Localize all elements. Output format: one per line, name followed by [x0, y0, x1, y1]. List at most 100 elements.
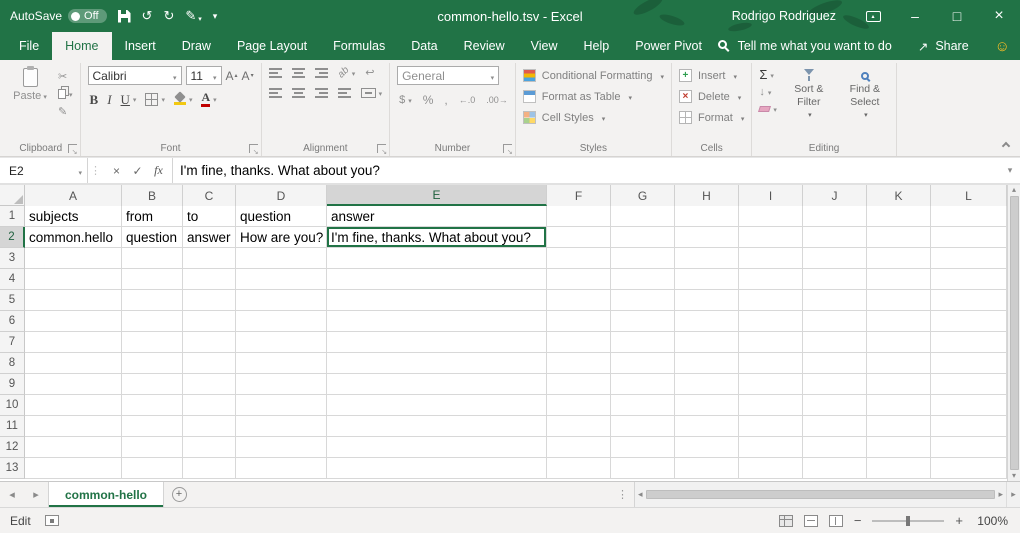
cell-K9[interactable] — [867, 374, 931, 395]
cell-B13[interactable] — [122, 458, 183, 479]
fill-color-button[interactable] — [174, 93, 193, 105]
cell-F11[interactable] — [547, 416, 611, 437]
cell-C1[interactable]: to — [183, 206, 236, 227]
cell-D4[interactable] — [236, 269, 327, 290]
name-box[interactable]: E2 — [0, 158, 88, 183]
new-sheet-button[interactable]: + — [164, 482, 194, 507]
cell-H9[interactable] — [675, 374, 739, 395]
cell-K8[interactable] — [867, 353, 931, 374]
cell-J7[interactable] — [803, 332, 867, 353]
autosum-button[interactable]: Σ — [759, 68, 777, 81]
cell-I6[interactable] — [739, 311, 803, 332]
underline-button[interactable]: U — [121, 93, 137, 106]
ribbon-tab-draw[interactable]: Draw — [169, 32, 224, 60]
undo-button[interactable]: ↺ — [142, 8, 153, 24]
column-header-C[interactable]: C — [183, 185, 236, 206]
autosave-toggle[interactable]: AutoSave Off — [10, 9, 107, 23]
column-header-J[interactable]: J — [803, 185, 867, 206]
cell-J13[interactable] — [803, 458, 867, 479]
zoom-slider-handle[interactable] — [906, 516, 910, 526]
cell-L1[interactable] — [931, 206, 1007, 227]
cell-G7[interactable] — [611, 332, 675, 353]
cell-E3[interactable] — [327, 248, 547, 269]
cell-J12[interactable] — [803, 437, 867, 458]
formula-input[interactable]: I'm fine, thanks. What about you? — [173, 158, 1000, 183]
cell-A3[interactable] — [25, 248, 122, 269]
cell-F9[interactable] — [547, 374, 611, 395]
cell-H10[interactable] — [675, 395, 739, 416]
cell-E11[interactable] — [327, 416, 547, 437]
enter-button[interactable]: ✓ — [127, 164, 148, 178]
cell-J5[interactable] — [803, 290, 867, 311]
cell-E12[interactable] — [327, 437, 547, 458]
save-button[interactable] — [118, 10, 131, 23]
insert-cells-button[interactable]: +Insert — [679, 66, 744, 85]
column-header-B[interactable]: B — [122, 185, 183, 206]
cell-G1[interactable] — [611, 206, 675, 227]
cell-C13[interactable] — [183, 458, 236, 479]
scroll-left-icon[interactable]: ◂ — [638, 489, 643, 500]
clipboard-dialog-launcher-icon[interactable] — [68, 144, 77, 153]
cell-L5[interactable] — [931, 290, 1007, 311]
wrap-text-button[interactable]: ↩ — [365, 66, 374, 79]
scroll-up-icon[interactable]: ▴ — [1012, 186, 1016, 194]
merge-center-button[interactable] — [361, 87, 383, 99]
cancel-button[interactable]: × — [106, 164, 127, 178]
font-color-button[interactable]: A — [201, 91, 216, 107]
number-dialog-launcher-icon[interactable] — [503, 144, 512, 153]
cell-K11[interactable] — [867, 416, 931, 437]
horizontal-scrollbar[interactable]: ◂ ▸ — [634, 482, 1006, 507]
font-size-select[interactable]: 11 — [186, 66, 222, 85]
cell-I3[interactable] — [739, 248, 803, 269]
cell-E9[interactable] — [327, 374, 547, 395]
cell-J10[interactable] — [803, 395, 867, 416]
cell-C8[interactable] — [183, 353, 236, 374]
ribbon-tab-data[interactable]: Data — [398, 32, 450, 60]
macro-record-icon[interactable] — [45, 515, 59, 526]
zoom-slider[interactable] — [872, 520, 944, 522]
scroll-right-icon[interactable]: ▸ — [998, 489, 1003, 500]
cell-E13[interactable] — [327, 458, 547, 479]
cell-J4[interactable] — [803, 269, 867, 290]
format-painter-button[interactable]: ✎ — [58, 105, 73, 118]
grow-font-button[interactable]: A — [226, 69, 238, 83]
cell-D13[interactable] — [236, 458, 327, 479]
shrink-font-button[interactable]: A — [242, 69, 254, 83]
row-header-6[interactable]: 6 — [0, 311, 25, 332]
row-header-3[interactable]: 3 — [0, 248, 25, 269]
cell-I5[interactable] — [739, 290, 803, 311]
clear-button[interactable] — [759, 103, 777, 115]
cell-G13[interactable] — [611, 458, 675, 479]
accounting-format-button[interactable]: $ — [399, 94, 412, 106]
column-header-G[interactable]: G — [611, 185, 675, 206]
row-header-13[interactable]: 13 — [0, 458, 25, 479]
format-cells-button[interactable]: Format — [679, 108, 744, 127]
maximize-button[interactable]: □ — [936, 0, 978, 32]
delete-cells-button[interactable]: ×Delete — [679, 87, 744, 106]
cell-A1[interactable]: subjects — [25, 206, 122, 227]
cell-D6[interactable] — [236, 311, 327, 332]
copy-button[interactable] — [58, 88, 73, 100]
conditional-formatting-button[interactable]: Conditional Formatting — [523, 66, 664, 85]
cell-H12[interactable] — [675, 437, 739, 458]
redo-button[interactable]: ↻ — [163, 8, 174, 24]
sheet-tab-common-hello[interactable]: common-hello — [48, 482, 164, 507]
cell-C10[interactable] — [183, 395, 236, 416]
cell-A4[interactable] — [25, 269, 122, 290]
ribbon-display-options-button[interactable] — [852, 0, 894, 32]
row-header-10[interactable]: 10 — [0, 395, 25, 416]
number-format-select[interactable]: General — [397, 66, 499, 85]
row-header-7[interactable]: 7 — [0, 332, 25, 353]
scrollbar-corner[interactable]: ▸ — [1006, 482, 1020, 507]
align-bottom-icon[interactable] — [315, 68, 328, 78]
cell-D5[interactable] — [236, 290, 327, 311]
cell-H13[interactable] — [675, 458, 739, 479]
cell-G8[interactable] — [611, 353, 675, 374]
cell-K2[interactable] — [867, 227, 931, 248]
cell-A10[interactable] — [25, 395, 122, 416]
cell-B3[interactable] — [122, 248, 183, 269]
cell-I11[interactable] — [739, 416, 803, 437]
cell-D1[interactable]: question — [236, 206, 327, 227]
cell-D8[interactable] — [236, 353, 327, 374]
collapse-ribbon-button[interactable] — [1003, 143, 1011, 151]
